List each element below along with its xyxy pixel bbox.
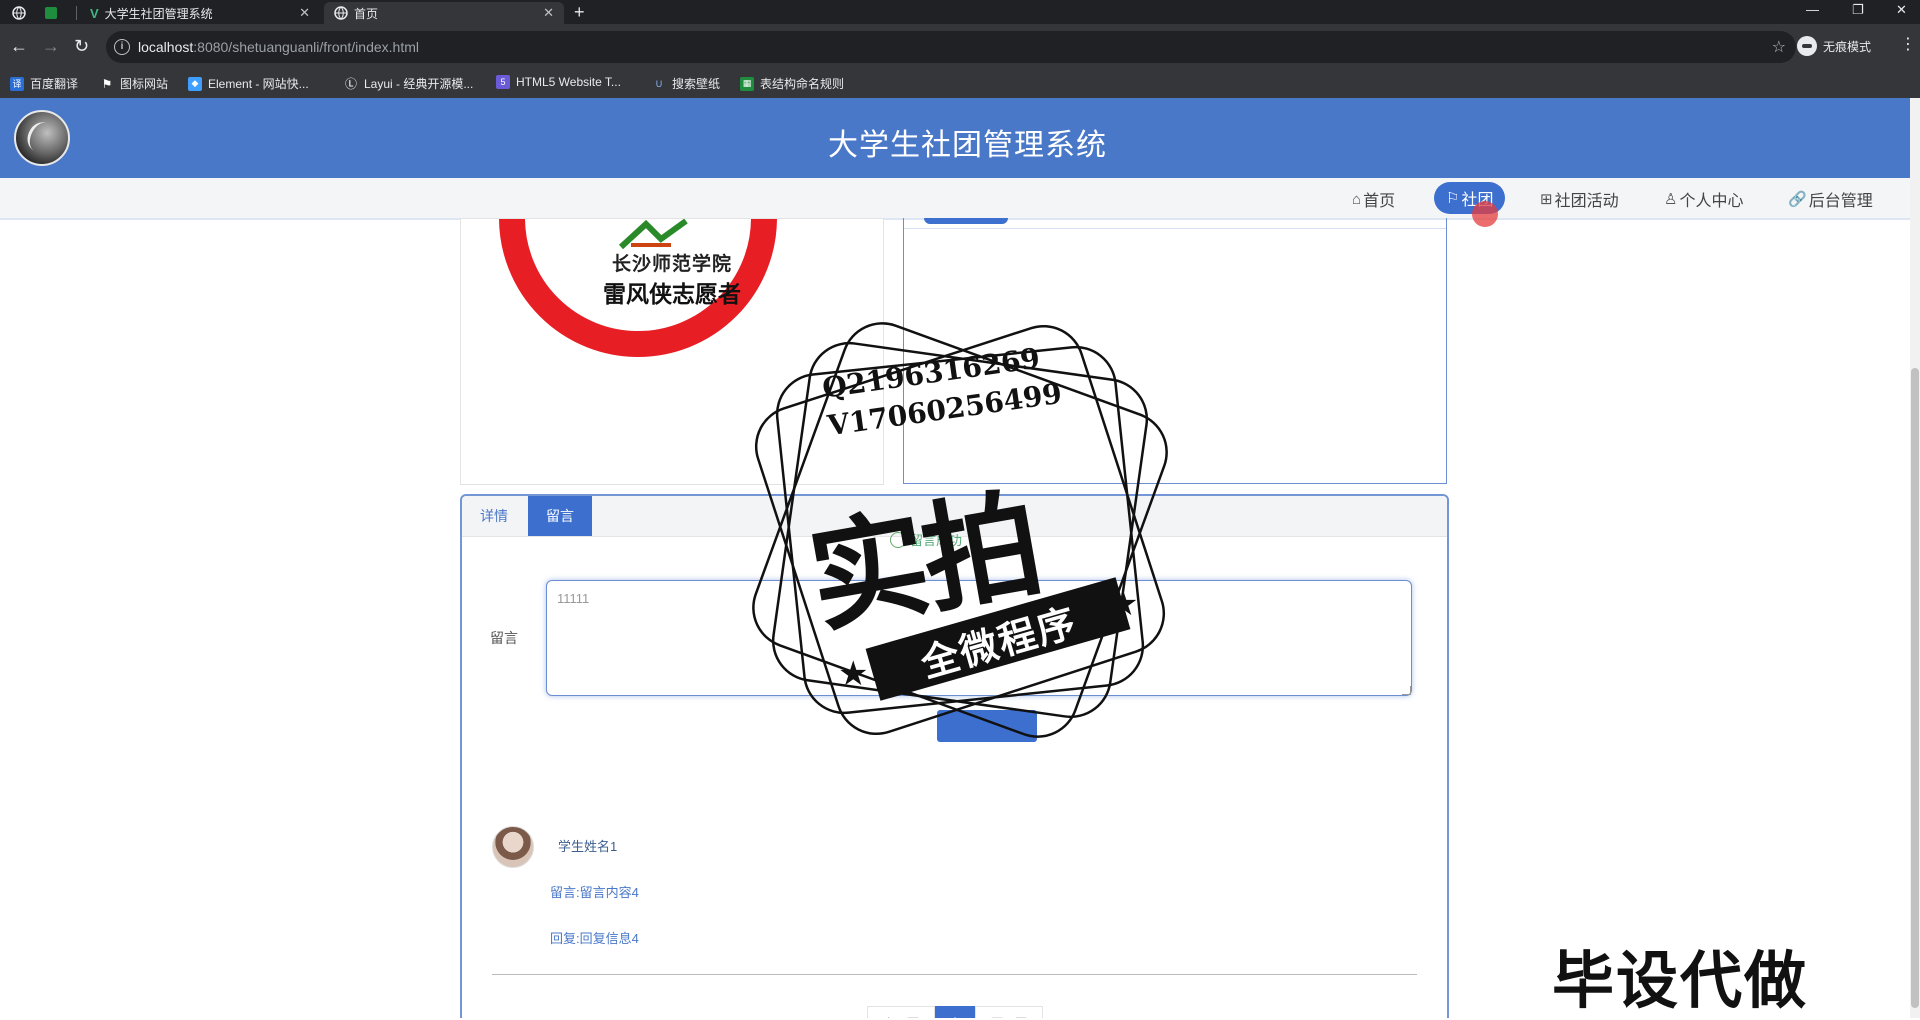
comment-content: 留言:留言内容4	[550, 885, 639, 900]
vue-icon: V	[90, 5, 99, 21]
bookmark-item[interactable]: 译百度翻译	[10, 75, 78, 92]
tab-title: 首页	[354, 6, 379, 21]
resize-handle[interactable]	[1402, 686, 1411, 695]
close-tab-icon[interactable]: ✕	[543, 5, 554, 21]
bookmark-item[interactable]: ▦ 表结构命名规则	[740, 75, 844, 92]
restore-icon[interactable]: ❐	[1852, 2, 1864, 18]
tab-home[interactable]: 首页 ✕	[324, 2, 564, 24]
address-bar[interactable]: i localhost:8080/shetuanguanli/front/ind…	[106, 31, 1796, 63]
incognito-indicator[interactable]: 无痕模式	[1797, 36, 1871, 56]
prev-page-button[interactable]: 上一页	[867, 1006, 935, 1018]
translate-icon: 译	[10, 76, 24, 91]
comment-author: 学生姓名1	[558, 839, 618, 854]
nav-home[interactable]: ⌂ 首页	[1352, 187, 1395, 211]
tab-club-system[interactable]: V 大学生社团管理系统 ✕	[84, 2, 320, 24]
bookmark-item[interactable]: ◆ Element - 网站快...	[188, 75, 309, 92]
browser-tab-strip: V 大学生社团管理系统 ✕ 首页 ✕ + — ❐ ✕	[0, 0, 1920, 24]
click-highlight	[1472, 201, 1498, 227]
corner-watermark: 毕设代做	[1552, 944, 1809, 1017]
globe-icon	[334, 6, 348, 20]
star-icon: ★	[1108, 585, 1139, 623]
scrollbar[interactable]	[1910, 98, 1920, 1018]
sheet-icon	[45, 7, 57, 19]
main-nav: ⌂ 首页 ⚐ 社团 ⊞ 社团活动 ♙ 个人中心 🔗 后台管理	[0, 178, 1910, 220]
incognito-icon	[1797, 36, 1817, 56]
avatar	[492, 826, 534, 868]
element-icon: ◆	[188, 76, 202, 91]
tab-title: 大学生社团管理系统	[104, 6, 213, 21]
link-icon: 🔗	[1788, 191, 1807, 208]
bookmark-item[interactable]: Ⓛ Layui - 经典开源模...	[344, 75, 473, 92]
pagination: 上一页 1 下一页	[867, 1006, 1043, 1018]
grid-icon: ⊞	[1540, 191, 1553, 208]
flag-icon: ⚑	[101, 76, 113, 91]
layui-icon: Ⓛ	[344, 77, 357, 91]
bookmark-item[interactable]: ⚑ 图标网站	[100, 75, 168, 92]
comment-reply: 回复:回复信息4	[550, 931, 639, 946]
close-window-icon[interactable]: ✕	[1896, 2, 1907, 18]
next-page-button[interactable]: 下一页	[975, 1006, 1043, 1018]
bookmarks-bar: 译百度翻译 ⚑ 图标网站 ◆ Element - 网站快... Ⓛ Layui - 经…	[0, 70, 1920, 98]
site-info-icon[interactable]: i	[114, 39, 130, 55]
incognito-label: 无痕模式	[1823, 39, 1872, 54]
home-icon: ⌂	[1352, 190, 1362, 208]
flag-icon: ⚐	[1446, 190, 1460, 207]
info-action-button[interactable]	[924, 218, 1008, 224]
globe-icon	[12, 6, 26, 20]
site-header: 大学生社团管理系统	[0, 98, 1910, 178]
minimize-icon[interactable]: —	[1806, 2, 1819, 17]
user-icon: ♙	[1664, 191, 1678, 208]
nav-club-activity[interactable]: ⊞ 社团活动	[1540, 187, 1619, 211]
forward-icon[interactable]: →	[42, 36, 60, 56]
reload-icon[interactable]: ↻	[74, 36, 89, 56]
pinned-tab-sheet[interactable]	[32, 2, 70, 24]
wallpaper-icon: U	[655, 78, 663, 89]
back-icon[interactable]: ←	[10, 36, 28, 56]
badge-line-1: 长沙师范学院	[611, 254, 732, 275]
url-text: localhost:8080/shetuanguanli/front/index…	[138, 39, 419, 55]
nav-profile[interactable]: ♙ 个人中心	[1664, 187, 1743, 211]
nav-admin[interactable]: 🔗 后台管理	[1788, 187, 1873, 211]
divider	[492, 974, 1417, 975]
scrollbar-thumb[interactable]	[1911, 368, 1919, 1008]
html5-icon: 5	[496, 75, 510, 89]
tab-messages[interactable]: 留言	[528, 496, 592, 536]
close-tab-icon[interactable]: ✕	[299, 5, 310, 21]
site-title: 大学生社团管理系统	[828, 129, 1107, 162]
bookmark-item[interactable]: 5 HTML5 Website T...	[496, 75, 621, 89]
address-toolbar: ← → ↻ i localhost:8080/shetuanguanli/fro…	[0, 24, 1920, 70]
mascot-icon	[618, 219, 688, 249]
message-label: 留言	[490, 630, 518, 646]
star-icon: ★	[838, 655, 869, 693]
bookmark-item[interactable]: U 搜索壁纸	[652, 75, 720, 92]
new-tab-button[interactable]: +	[574, 2, 585, 22]
menu-kebab-icon[interactable]: ⋮	[1900, 34, 1916, 54]
bookmark-star-icon[interactable]: ☆	[1772, 37, 1786, 57]
sheet-icon: ▦	[740, 76, 754, 91]
tab-details[interactable]: 详情	[462, 496, 526, 536]
page-number-button[interactable]: 1	[935, 1006, 975, 1018]
